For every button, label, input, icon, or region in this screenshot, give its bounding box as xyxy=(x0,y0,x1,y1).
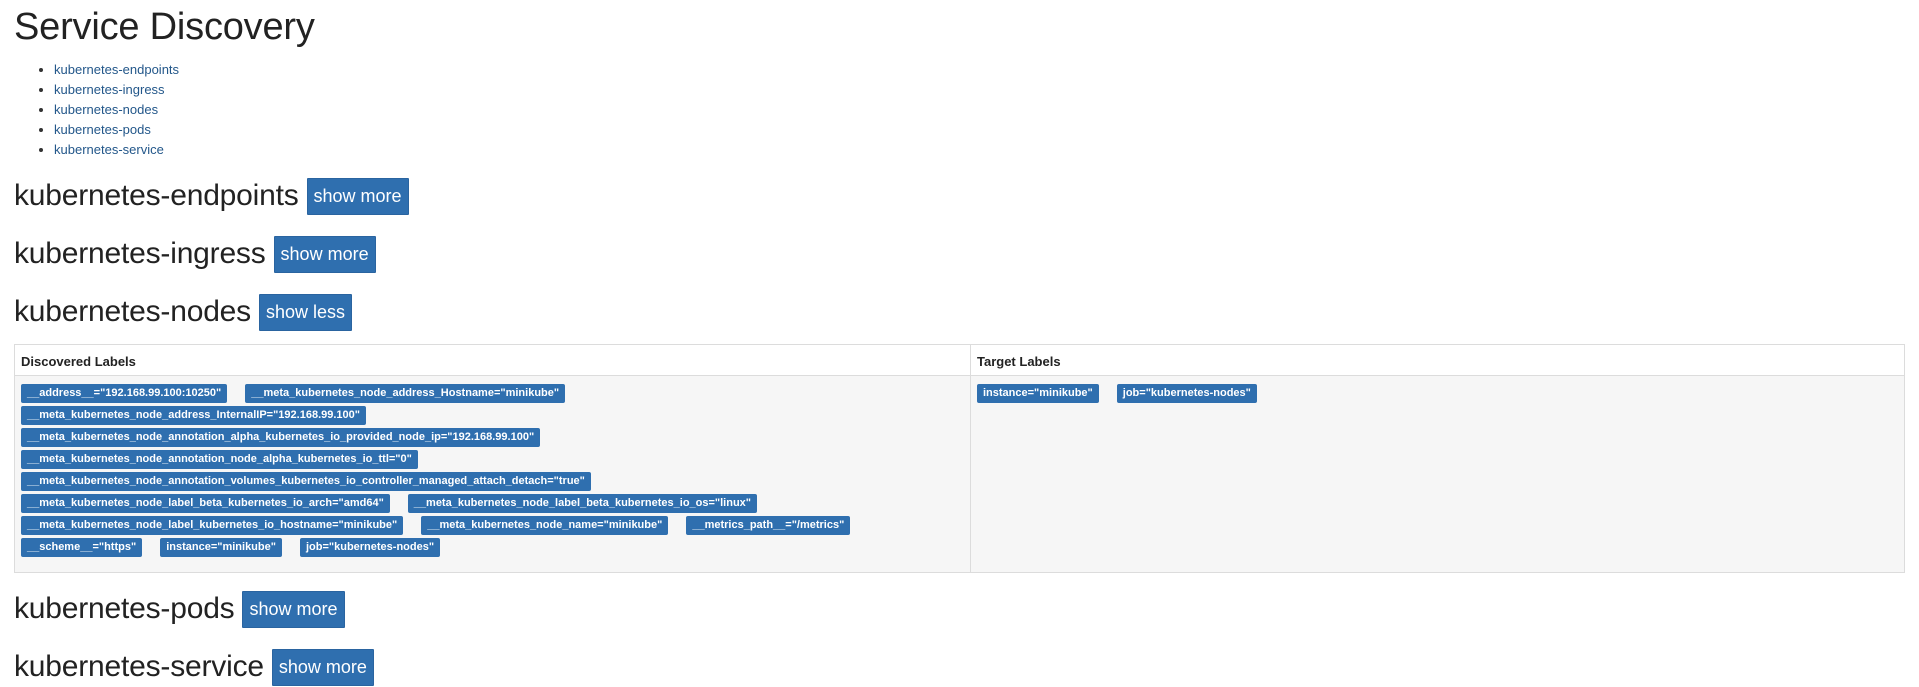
label-line: __meta_kubernetes_node_label_kubernetes_… xyxy=(21,514,964,536)
section-title: kubernetes-service xyxy=(14,650,264,683)
show-more-button[interactable]: show more xyxy=(273,235,376,273)
label-badge: __meta_kubernetes_node_annotation_node_a… xyxy=(21,450,418,469)
label-badge: job="kubernetes-nodes" xyxy=(299,538,441,557)
show-less-button[interactable]: show less xyxy=(258,293,352,331)
target-labels-list: instance="minikube" job="kubernetes-nodes… xyxy=(977,382,1898,404)
labels-table: Discovered Labels Target Labels __addres… xyxy=(14,344,1905,573)
section-kubernetes-endpoints: kubernetes-endpoints show more xyxy=(14,176,1905,216)
section-title: kubernetes-ingress xyxy=(14,237,266,270)
label-badge: __meta_kubernetes_node_name="minikube" xyxy=(421,516,669,535)
discovered-labels-list: __address__="192.168.99.100:10250" __meta… xyxy=(21,382,964,558)
section-kubernetes-nodes: kubernetes-nodes show less xyxy=(14,292,1905,332)
label-badge: __meta_kubernetes_node_address_InternalI… xyxy=(21,406,366,425)
target-labels-header: Target Labels xyxy=(970,344,1905,376)
label-badge: __meta_kubernetes_node_label_kubernetes_… xyxy=(21,516,404,535)
label-badge: __meta_kubernetes_node_address_Hostname=… xyxy=(245,384,566,403)
target-labels-cell: instance="minikube" job="kubernetes-nodes… xyxy=(970,375,1905,573)
section-kubernetes-pods: kubernetes-pods show more xyxy=(14,589,1905,629)
label-badge: __address__="192.168.99.100:10250" xyxy=(21,384,228,403)
toc-item: kubernetes-endpoints xyxy=(54,60,1905,80)
toc-link-kubernetes-service[interactable]: kubernetes-service xyxy=(54,142,164,157)
label-line: __meta_kubernetes_node_annotation_node_a… xyxy=(21,448,964,470)
label-badge: __meta_kubernetes_node_annotation_alpha_… xyxy=(21,428,541,447)
toc-item: kubernetes-pods xyxy=(54,120,1905,140)
label-badge: instance="minikube" xyxy=(977,384,1099,403)
label-line: __meta_kubernetes_node_address_InternalI… xyxy=(21,404,964,426)
label-line: __address__="192.168.99.100:10250" __meta… xyxy=(21,382,964,404)
toc-item: kubernetes-nodes xyxy=(54,100,1905,120)
section-title: kubernetes-pods xyxy=(14,592,235,625)
label-badge: __meta_kubernetes_node_label_beta_kubern… xyxy=(21,494,390,513)
discovered-labels-header: Discovered Labels xyxy=(14,344,971,376)
label-badge: __metrics_path__="/metrics" xyxy=(686,516,851,535)
toc-link-kubernetes-nodes[interactable]: kubernetes-nodes xyxy=(54,102,158,117)
label-line: __meta_kubernetes_node_label_beta_kubern… xyxy=(21,492,964,514)
label-line: __scheme__="https" instance="minikube" job… xyxy=(21,536,964,558)
label-badge: job="kubernetes-nodes" xyxy=(1116,384,1257,403)
toc-list: kubernetes-endpoints kubernetes-ingress … xyxy=(14,60,1905,160)
table-header-row: Discovered Labels Target Labels xyxy=(14,344,1905,376)
toc-item: kubernetes-service xyxy=(54,140,1905,160)
toc-link-kubernetes-endpoints[interactable]: kubernetes-endpoints xyxy=(54,62,179,77)
section-kubernetes-service: kubernetes-service show more xyxy=(14,647,1905,687)
toc-link-kubernetes-pods[interactable]: kubernetes-pods xyxy=(54,122,151,137)
toc-item: kubernetes-ingress xyxy=(54,80,1905,100)
show-more-button[interactable]: show more xyxy=(242,590,345,628)
label-badge: __meta_kubernetes_node_label_beta_kubern… xyxy=(407,494,758,513)
show-more-button[interactable]: show more xyxy=(306,177,409,215)
discovered-labels-cell: __address__="192.168.99.100:10250" __meta… xyxy=(14,375,971,573)
section-title: kubernetes-nodes xyxy=(14,295,251,328)
label-line: __meta_kubernetes_node_annotation_volume… xyxy=(21,470,964,492)
label-badge: __meta_kubernetes_node_annotation_volume… xyxy=(21,472,591,491)
label-line: __meta_kubernetes_node_annotation_alpha_… xyxy=(21,426,964,448)
show-more-button[interactable]: show more xyxy=(271,648,374,686)
label-badge: instance="minikube" xyxy=(160,538,282,557)
section-title: kubernetes-endpoints xyxy=(14,179,299,212)
page: Service Discovery kubernetes-endpoints k… xyxy=(14,0,1905,687)
table-row: __address__="192.168.99.100:10250" __meta… xyxy=(14,375,1905,573)
label-badge: __scheme__="https" xyxy=(21,538,143,557)
toc-link-kubernetes-ingress[interactable]: kubernetes-ingress xyxy=(54,82,165,97)
page-title: Service Discovery xyxy=(14,6,315,48)
section-kubernetes-ingress: kubernetes-ingress show more xyxy=(14,234,1905,274)
